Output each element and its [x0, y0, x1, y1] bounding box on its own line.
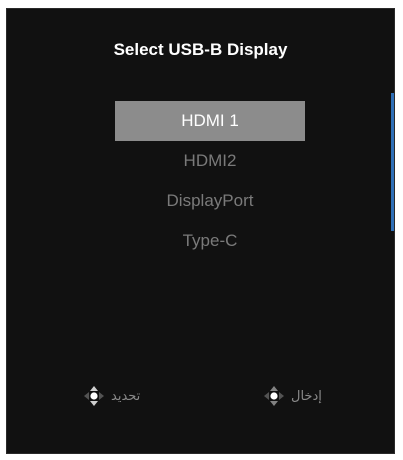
- menu-title: Select USB-B Display: [113, 40, 288, 59]
- option-type-c[interactable]: Type-C: [115, 221, 305, 261]
- option-hdmi-1[interactable]: HDMI 1: [115, 101, 305, 141]
- hint-select-label: تحديد: [111, 388, 141, 404]
- option-hdmi-2[interactable]: HDMI2: [115, 141, 305, 181]
- hint-enter-label: إدخال: [291, 388, 322, 404]
- osd-panel: Select USB-B Display HDMI 1 HDMI2 Displa…: [6, 8, 395, 454]
- hint-select: تحديد: [83, 381, 140, 411]
- joystick-press-icon: [263, 385, 285, 407]
- input-options-list: HDMI 1 HDMI2 DisplayPort Type-C: [115, 101, 305, 261]
- joystick-up-down-icon: [83, 385, 105, 407]
- option-displayport[interactable]: DisplayPort: [115, 181, 305, 221]
- hint-enter: إدخال: [263, 381, 322, 411]
- scrollbar: [391, 93, 394, 231]
